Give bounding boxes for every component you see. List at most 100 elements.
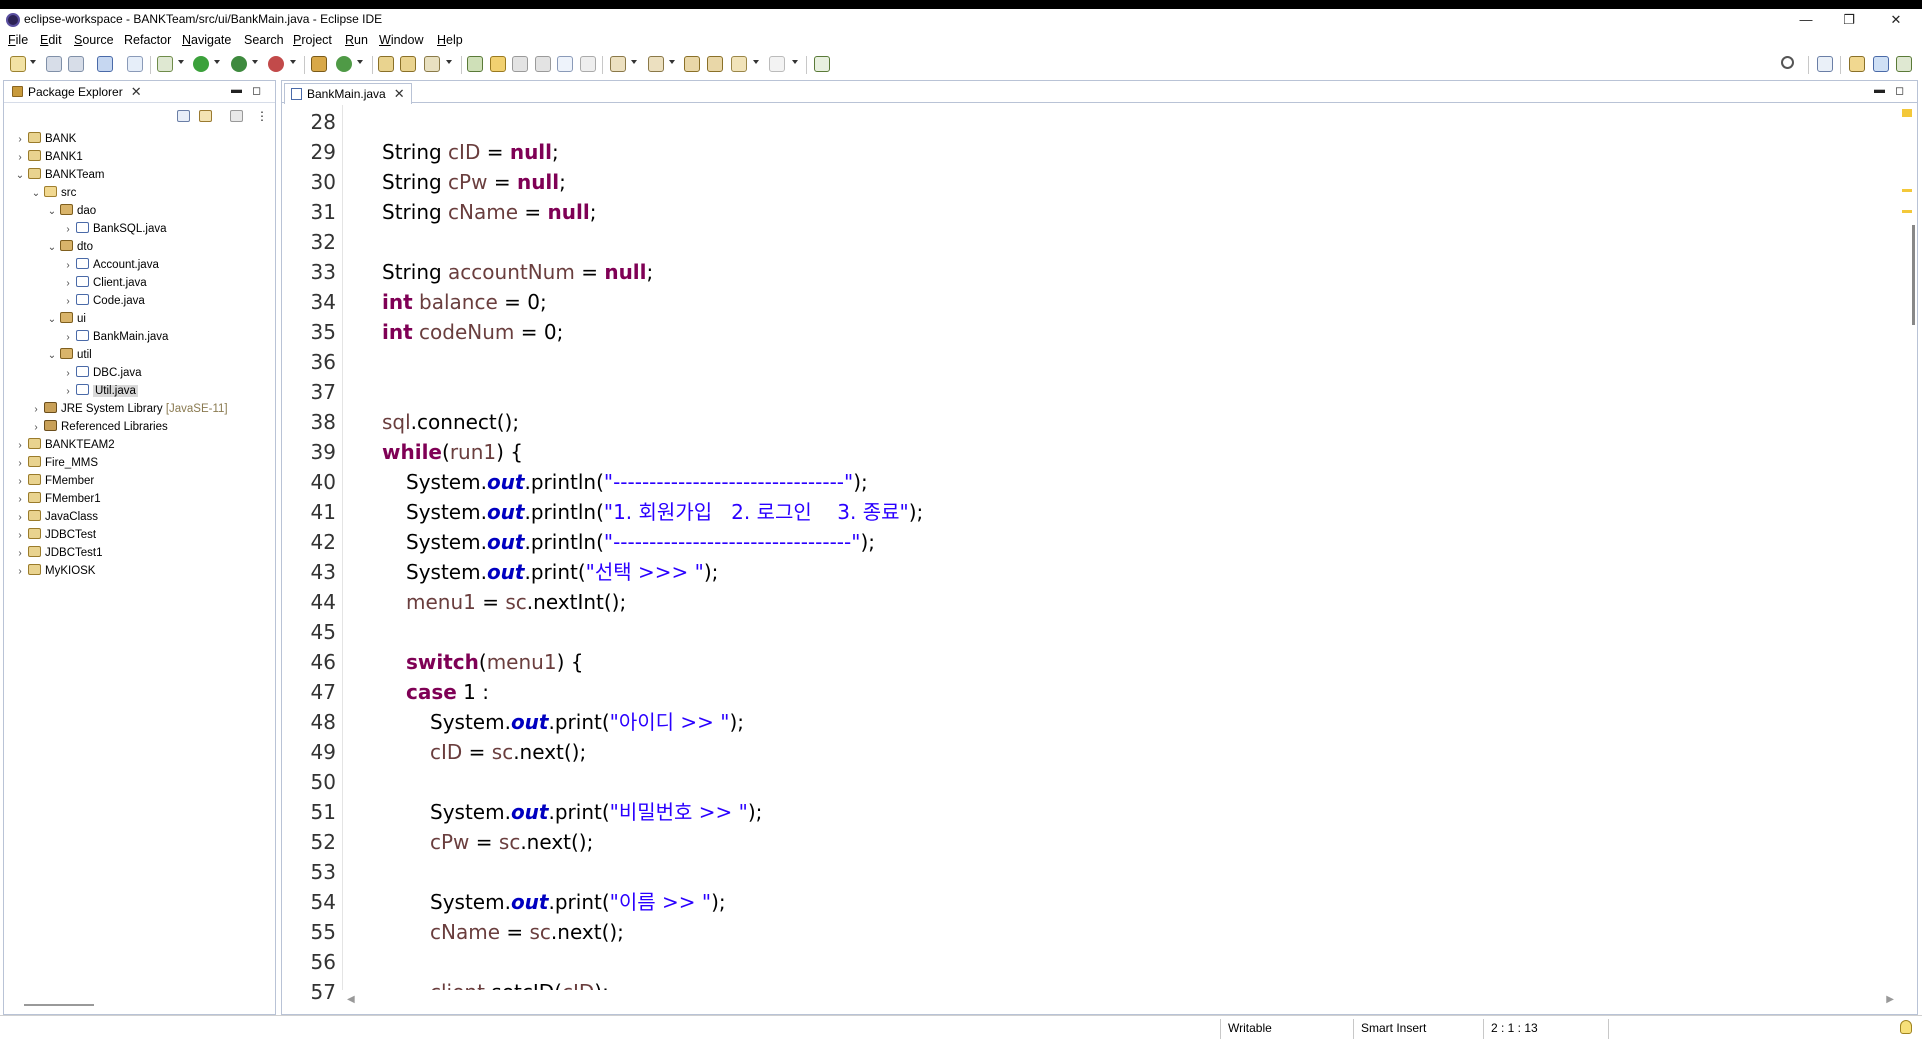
code-line[interactable]: String cID = null; xyxy=(382,137,559,167)
chevron-down-icon[interactable]: ⌄ xyxy=(46,311,58,329)
tree-item[interactable]: › DBC.java xyxy=(62,364,142,382)
chevron-down-icon[interactable]: ⌄ xyxy=(46,347,58,365)
java-ee-perspective-icon[interactable] xyxy=(1849,56,1865,72)
minimize-view-icon[interactable]: ▬ xyxy=(231,84,242,96)
toggle-block-selection-icon[interactable] xyxy=(512,56,528,72)
search-dropdown-icon[interactable] xyxy=(446,60,452,64)
previous-annotation-icon[interactable] xyxy=(648,56,664,72)
next-annotation-icon[interactable] xyxy=(610,56,626,72)
overview-ruler[interactable] xyxy=(1897,105,1917,990)
restore-button[interactable]: ❐ xyxy=(1829,10,1869,30)
coverage-dropdown-icon[interactable] xyxy=(252,60,258,64)
tree-item[interactable]: › FMember1 xyxy=(14,490,101,508)
chevron-right-icon[interactable]: › xyxy=(14,509,26,527)
code-line[interactable]: switch(menu1) { xyxy=(406,647,583,677)
tree-item[interactable]: › BANK xyxy=(14,130,76,148)
forward-history-icon[interactable] xyxy=(707,56,723,72)
tree-item[interactable]: ⌄ dao xyxy=(46,202,96,220)
code-line[interactable]: System.out.print("비밀번호 >> "); xyxy=(430,797,762,827)
code-line[interactable]: client.setcID(cID); xyxy=(430,977,609,990)
tree-item[interactable]: › BANKTEAM2 xyxy=(14,436,115,454)
close-icon[interactable]: ✕ xyxy=(131,84,142,99)
code-editor[interactable]: String cID = null; String cPw = null; Stri… xyxy=(343,105,1883,990)
chevron-right-icon[interactable]: › xyxy=(14,545,26,563)
word-wrap-icon[interactable] xyxy=(535,56,551,72)
menu-search[interactable]: Search xyxy=(244,33,284,47)
tree-item[interactable]: › FMember xyxy=(14,472,94,490)
new-dropdown-icon[interactable] xyxy=(30,60,36,64)
chevron-right-icon[interactable]: › xyxy=(62,383,74,401)
tree-item[interactable]: › BANK1 xyxy=(14,148,83,166)
code-line[interactable]: String accountNum = null; xyxy=(382,257,653,287)
tree-item[interactable]: › JRE System Library [JavaSE-11] xyxy=(30,400,228,418)
tree-item[interactable]: › Util.java xyxy=(62,382,138,400)
code-line[interactable]: case 1 : xyxy=(406,677,489,707)
chevron-right-icon[interactable]: › xyxy=(30,401,42,419)
tree-item[interactable]: › Fire_MMS xyxy=(14,454,98,472)
tree-item[interactable]: › MyKIOSK xyxy=(14,562,95,580)
chevron-right-icon[interactable]: › xyxy=(62,293,74,311)
code-line[interactable]: menu1 = sc.nextInt(); xyxy=(406,587,626,617)
view-menu-icon[interactable]: ⋮ xyxy=(256,109,268,123)
horizontal-scrollbar[interactable] xyxy=(24,1004,94,1006)
chevron-right-icon[interactable]: › xyxy=(62,257,74,275)
link-with-editor-icon[interactable] xyxy=(199,110,212,122)
open-perspective-icon[interactable] xyxy=(1817,56,1833,72)
chevron-down-icon[interactable]: ⌄ xyxy=(14,167,26,185)
previous-annotation-dropdown-icon[interactable] xyxy=(669,60,675,64)
code-line[interactable]: System.out.println("--------------------… xyxy=(406,527,875,557)
tree-item[interactable]: › JDBCTest1 xyxy=(14,544,103,562)
code-line[interactable]: String cName = null; xyxy=(382,197,596,227)
back-dropdown-icon[interactable] xyxy=(753,60,759,64)
chevron-right-icon[interactable]: › xyxy=(14,527,26,545)
open-type-icon[interactable] xyxy=(378,56,394,72)
chevron-down-icon[interactable]: ⌄ xyxy=(46,203,58,221)
close-icon[interactable]: ✕ xyxy=(394,86,405,101)
search-icon[interactable] xyxy=(1781,56,1794,69)
code-line[interactable]: cPw = sc.next(); xyxy=(430,827,593,857)
tree-item[interactable]: ⌄ BANKTeam xyxy=(14,166,104,184)
code-line[interactable]: System.out.println("1. 회원가입 2. 로그인 3. 종료… xyxy=(406,497,923,527)
save-icon[interactable] xyxy=(46,56,62,72)
toggle-breadcrumb-icon[interactable] xyxy=(467,56,483,72)
tree-item[interactable]: › BankMain.java xyxy=(62,328,168,346)
menu-navigate[interactable]: Navigate xyxy=(182,33,231,47)
forward-icon[interactable] xyxy=(769,56,785,72)
save-all-icon[interactable] xyxy=(68,56,84,72)
tree-item[interactable]: › BankSQL.java xyxy=(62,220,167,238)
tree-item[interactable]: › JDBCTest xyxy=(14,526,96,544)
code-line[interactable]: int balance = 0; xyxy=(382,287,547,317)
tree-item[interactable]: › JavaClass xyxy=(14,508,98,526)
maximize-view-icon[interactable]: ◻ xyxy=(252,84,261,97)
external-tools-dropdown-icon[interactable] xyxy=(290,60,296,64)
run-icon[interactable] xyxy=(193,56,209,72)
java-perspective-icon[interactable] xyxy=(1873,56,1889,72)
debug-perspective-icon[interactable] xyxy=(1896,56,1912,72)
chevron-right-icon[interactable]: › xyxy=(62,329,74,347)
code-line[interactable]: System.out.print("선택 >>> "); xyxy=(406,557,718,587)
mark-occurrences-icon[interactable] xyxy=(490,56,506,72)
chevron-right-icon[interactable]: › xyxy=(14,131,26,149)
chevron-right-icon[interactable]: › xyxy=(14,455,26,473)
search-tool-icon[interactable] xyxy=(424,56,440,72)
chevron-down-icon[interactable]: ⌄ xyxy=(46,239,58,257)
tree-item[interactable]: ⌄ dto xyxy=(46,238,93,256)
tree-item[interactable]: › Code.java xyxy=(62,292,145,310)
minimize-button[interactable]: — xyxy=(1786,10,1826,30)
code-line[interactable]: System.out.print("이름 >> "); xyxy=(430,887,726,917)
code-line[interactable]: while(run1) { xyxy=(382,437,523,467)
debug-icon[interactable] xyxy=(157,56,173,72)
close-window-button[interactable]: ✕ xyxy=(1876,10,1916,30)
open-task-icon[interactable] xyxy=(400,56,416,72)
chevron-right-icon[interactable]: › xyxy=(62,365,74,383)
chevron-right-icon[interactable]: › xyxy=(30,419,42,437)
menu-file[interactable]: File xyxy=(8,33,28,47)
last-edit-location-icon[interactable] xyxy=(684,56,700,72)
tree-item[interactable]: ⌄ util xyxy=(46,346,92,364)
debug-dropdown-icon[interactable] xyxy=(178,60,184,64)
vertical-scrollbar-thumb[interactable] xyxy=(1912,225,1915,325)
chevron-right-icon[interactable]: › xyxy=(62,275,74,293)
tab-bankmain-java[interactable]: BankMain.java ✕ xyxy=(284,83,412,104)
terminal-icon[interactable] xyxy=(97,56,113,72)
chevron-right-icon[interactable]: › xyxy=(62,221,74,239)
